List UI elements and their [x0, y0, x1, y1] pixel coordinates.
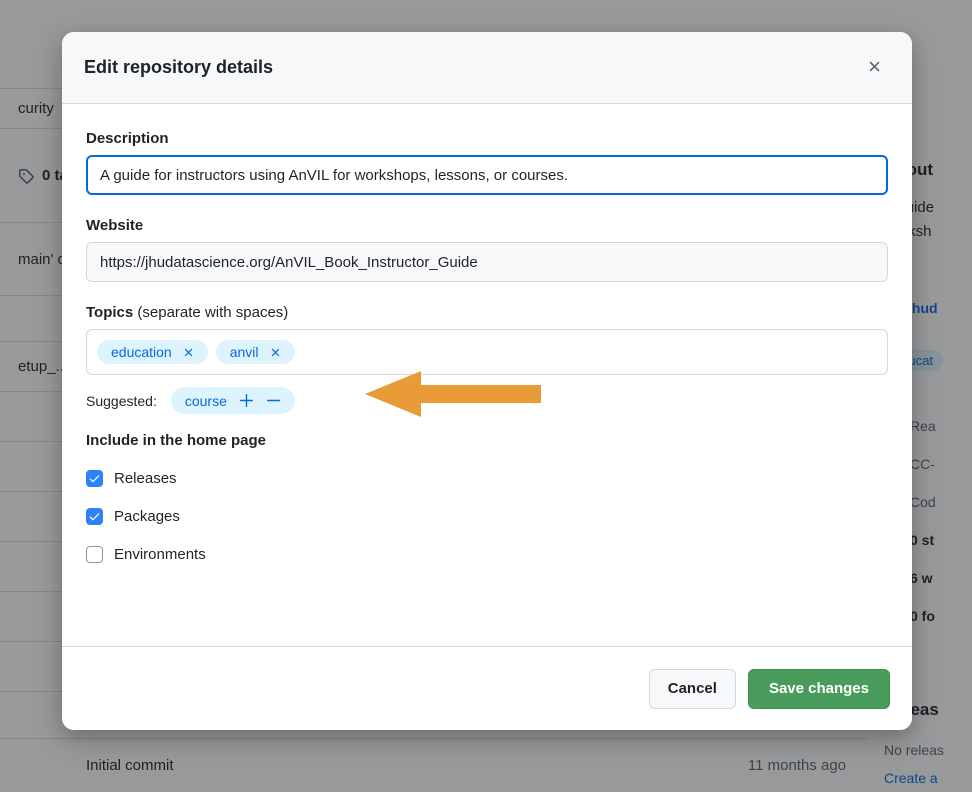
topic-chip[interactable]: education [97, 340, 208, 364]
screen: curity0 tagsmain' ofetup_... Initial com… [0, 0, 972, 792]
include-checkbox-row[interactable]: Packages [86, 497, 888, 535]
checkbox-environments[interactable] [86, 545, 103, 563]
suggested-label: Suggested: [86, 392, 157, 409]
add-topic-icon[interactable] [239, 393, 254, 408]
remove-topic-icon[interactable] [269, 345, 283, 359]
edit-repository-details-dialog: Edit repository details Description Webs… [62, 32, 912, 730]
dialog-body: Description Website Topics (separate wit… [62, 104, 912, 646]
website-label: Website [86, 217, 144, 234]
checkbox-packages[interactable] [86, 507, 103, 525]
checkbox-label: Releases [114, 469, 177, 487]
suggested-topics-row: Suggested: course [86, 387, 888, 414]
checkbox-label: Environments [114, 545, 206, 563]
description-label: Description [86, 130, 169, 147]
website-input[interactable] [86, 242, 888, 282]
remove-topic-icon[interactable] [182, 345, 196, 359]
description-group: Description [86, 130, 888, 195]
topic-chip-label: anvil [229, 344, 259, 360]
close-icon [866, 58, 883, 78]
save-changes-button[interactable]: Save changes [747, 668, 890, 709]
dialog-title: Edit repository details [84, 57, 274, 77]
cancel-button[interactable]: Cancel [648, 668, 736, 709]
topics-label: Topics (separate with spaces) [86, 304, 888, 321]
topic-chip-label: education [111, 344, 172, 360]
suggested-topic-label: course [184, 392, 227, 409]
suggested-topic-chip[interactable]: course [170, 387, 295, 414]
topics-label-hint: (separate with spaces) [137, 304, 289, 321]
website-group: Website [86, 217, 888, 282]
checkbox-releases[interactable] [86, 469, 103, 487]
dialog-footer: Cancel Save changes [62, 646, 912, 730]
close-button[interactable] [858, 52, 890, 84]
topics-input[interactable]: education anvil [86, 329, 888, 375]
include-group: Include in the home page Releases Package… [86, 432, 888, 573]
include-heading: Include in the home page [86, 432, 267, 449]
reject-topic-icon[interactable] [266, 393, 281, 408]
include-checkbox-list: Releases Packages Environments [86, 459, 888, 573]
include-checkbox-row[interactable]: Environments [86, 535, 888, 573]
topic-chip[interactable]: anvil [215, 340, 295, 364]
topics-label-text: Topics [86, 304, 134, 321]
include-checkbox-row[interactable]: Releases [86, 459, 888, 497]
dialog-header: Edit repository details [62, 32, 912, 104]
checkbox-label: Packages [114, 507, 180, 525]
topics-group: Topics (separate with spaces) education a… [86, 304, 888, 414]
description-input[interactable] [86, 155, 888, 195]
